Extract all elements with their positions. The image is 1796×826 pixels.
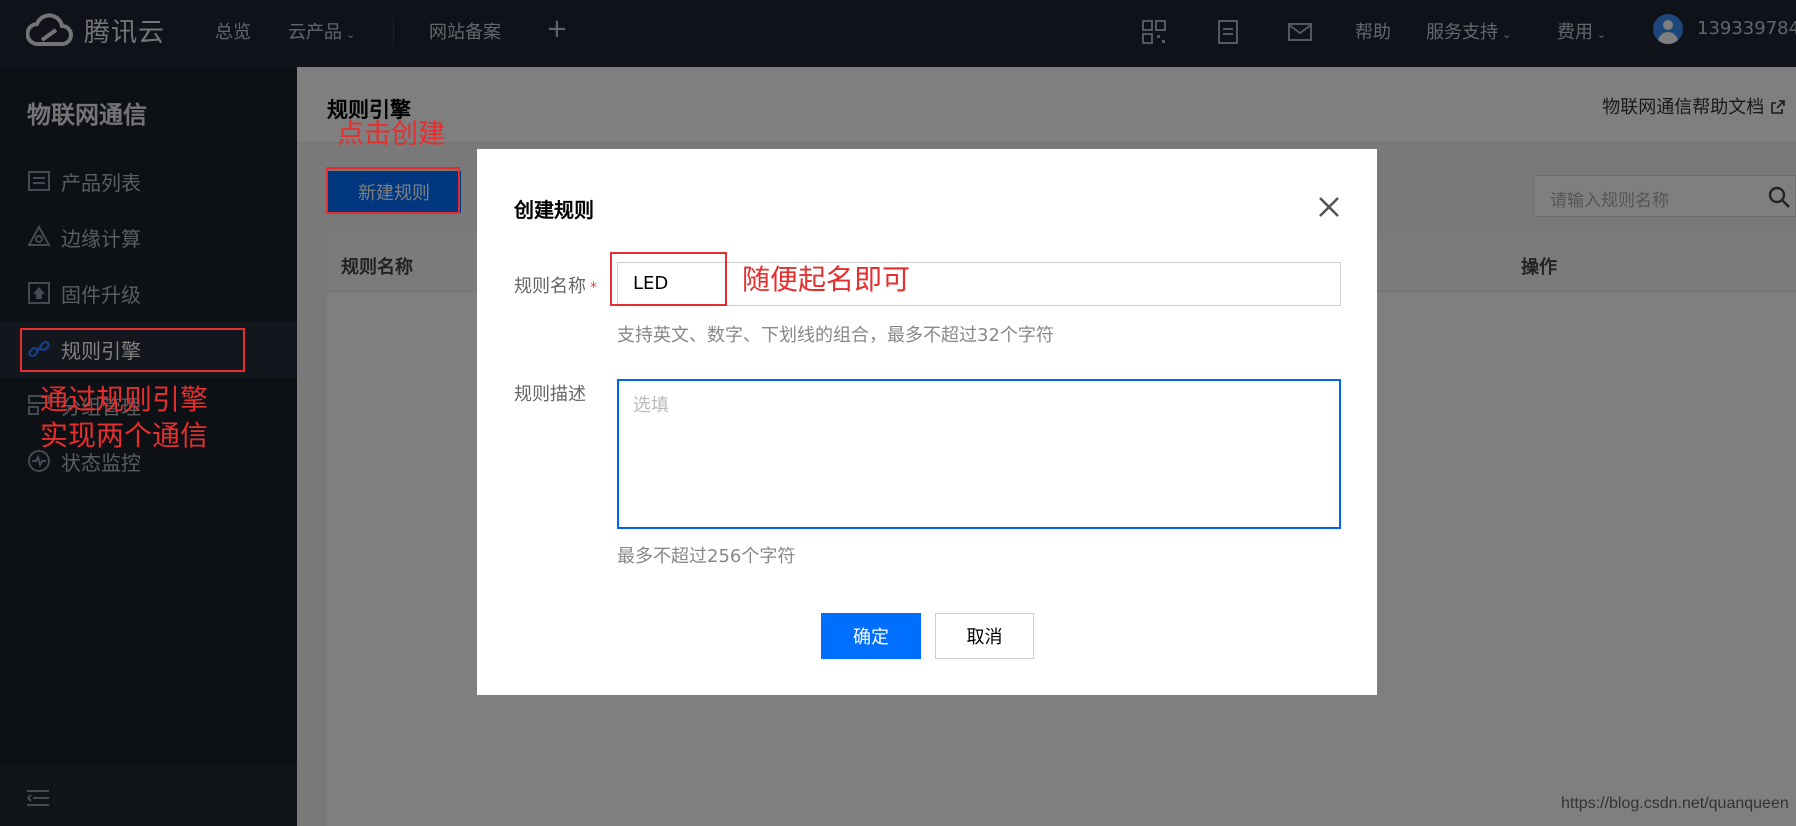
rule-name-hint: 支持英文、数字、下划线的组合，最多不超过32个字符 (617, 325, 1054, 346)
close-icon[interactable] (1316, 194, 1342, 220)
rule-description-hint: 最多不超过256个字符 (617, 546, 796, 567)
watermark: https://blog.csdn.net/quanqueen (1561, 795, 1789, 812)
annotation-click-create: 点击创建 (337, 119, 445, 150)
rule-name-label-text: 规则名称 (514, 276, 586, 297)
annotation-box-rule-engine (20, 328, 245, 372)
annotation-rule-engine-line1: 通过规则引擎 (40, 383, 209, 416)
annotation-rule-engine-line2: 实现两个通信 (40, 419, 209, 452)
required-mark: * (590, 280, 597, 296)
rule-description-textarea[interactable]: 选填 (617, 379, 1341, 529)
annotation-box-new-rule (326, 167, 460, 214)
rule-description-label: 规则描述 (514, 384, 586, 405)
rule-name-label: 规则名称 * (514, 272, 597, 298)
annotation-box-rule-name (610, 252, 727, 306)
annotation-any-name: 随便起名即可 (742, 263, 911, 296)
dialog-title: 创建规则 (514, 198, 594, 222)
create-rule-dialog: 创建规则 规则名称 * LED 支持英文、数字、下划线的组合，最多不超过32个字符… (477, 149, 1377, 695)
description-placeholder: 选填 (633, 395, 669, 416)
cancel-button[interactable]: 取消 (935, 613, 1034, 659)
confirm-button[interactable]: 确定 (821, 613, 921, 659)
